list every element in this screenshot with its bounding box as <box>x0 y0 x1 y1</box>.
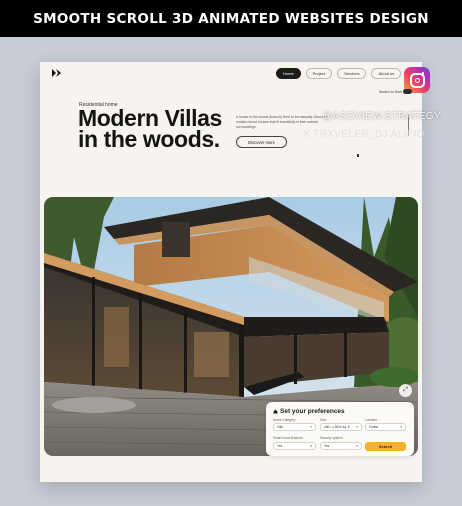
top-navigation-bar: Home Project Services About us Contact <box>40 62 422 84</box>
nav-item-home[interactable]: Home <box>276 68 301 79</box>
home-icon <box>273 409 278 414</box>
chevron-down-icon: ▾ <box>310 425 312 429</box>
smart-home-value: Yes <box>277 444 283 448</box>
nav-item-services[interactable]: Services <box>337 68 367 79</box>
chevron-down-icon: ▾ <box>310 444 312 448</box>
nav-item-about[interactable]: About us <box>371 68 402 79</box>
security-value: Yes <box>324 444 330 448</box>
preferences-card: Set your preferences Home Category Villa… <box>266 402 414 456</box>
dark-mode-toggle[interactable] <box>403 89 412 94</box>
mouse-cursor <box>357 154 359 157</box>
nav-item-project[interactable]: Project <box>305 68 333 79</box>
security-select[interactable]: Yes ▾ <box>320 442 362 450</box>
size-label: Size <box>320 418 327 422</box>
banner-title: SMOOTH SCROLL 3D ANIMATED WEBSITES DESIG… <box>33 10 429 27</box>
home-category-label: Home Category <box>273 418 296 422</box>
size-value: ≥80 / ≤ 3000 sq. ft <box>324 425 350 429</box>
gallery-expand-icon[interactable]: ⤢ <box>399 384 412 397</box>
brand-logo-icon[interactable] <box>52 69 61 77</box>
smart-home-select[interactable]: Yes ▾ <box>273 442 316 450</box>
location-value: Forest <box>369 425 379 429</box>
chevron-down-icon: ▾ <box>400 425 402 429</box>
discover-more-button[interactable]: Discover more <box>236 136 287 148</box>
dark-mode-label: Switch to Dark <box>379 90 403 94</box>
headline-line-2: in the woods. <box>78 126 220 152</box>
main-nav: Home Project Services About us Contact <box>276 68 422 79</box>
size-select[interactable]: ≥80 / ≤ 3000 sq. ft ▾ <box>320 423 362 431</box>
smart-home-label: Smart home features <box>273 436 303 440</box>
chevron-down-icon: ▾ <box>356 425 358 429</box>
location-label: Location <box>365 418 378 422</box>
hero-headline: Modern Villas in the woods. <box>78 107 222 152</box>
watermark-handle-2: X TRXVELER_DJ ALIFIO <box>303 129 425 140</box>
location-select[interactable]: Forest ▾ <box>365 423 406 431</box>
watermark-handle-1: @ASOVIEW.STRATEGY <box>322 111 442 122</box>
chevron-down-icon: ▾ <box>356 444 358 448</box>
home-category-select[interactable]: Villa ▾ <box>273 423 316 431</box>
preferences-title: Set your preferences <box>280 408 345 415</box>
home-category-value: Villa <box>277 425 283 429</box>
hero-intro-text: A house in the woods (branch) Here to be… <box>236 115 328 129</box>
search-button[interactable]: Search <box>365 442 406 451</box>
security-label: Security system <box>320 436 343 440</box>
video-banner: SMOOTH SCROLL 3D ANIMATED WEBSITES DESIG… <box>0 0 462 37</box>
